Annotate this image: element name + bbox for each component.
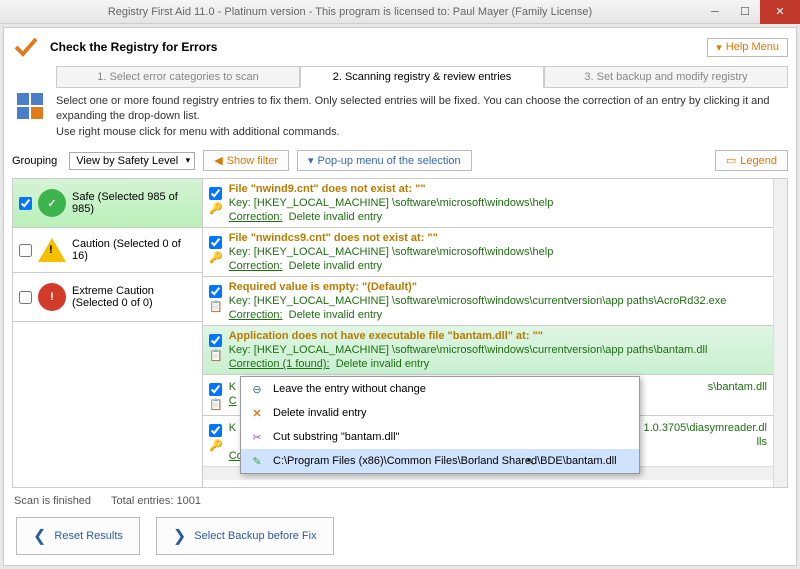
instruction-line1: Select one or more found registry entrie…: [56, 94, 788, 125]
minimize-button[interactable]: ─: [700, 0, 730, 24]
key-icon: 📋: [209, 300, 223, 313]
tab-backup-modify[interactable]: 3. Set backup and modify registry: [544, 66, 788, 88]
page-title: Check the Registry for Errors: [50, 40, 707, 54]
key-icon: 📋: [209, 349, 223, 362]
forward-arrow-icon: ❯: [173, 526, 186, 546]
legend-icon: ▭: [726, 154, 736, 167]
grouping-label: Grouping: [12, 155, 57, 167]
entry-row[interactable]: 🔑 File "nwind9.cnt" does not exist at: "…: [203, 179, 773, 228]
sidebar: ✓ Safe (Selected 985 of 985) Caution (Se…: [13, 179, 203, 487]
safe-icon: ✓: [38, 189, 66, 217]
entry-checkbox[interactable]: [209, 285, 222, 298]
close-button[interactable]: ✕: [760, 0, 800, 24]
entry-row-selected[interactable]: 📋 Application does not have executable f…: [203, 326, 773, 375]
tab-scanning-review[interactable]: 2. Scanning registry & review entries: [300, 66, 544, 88]
scissors-icon: ✂: [249, 429, 265, 445]
sidebar-item-caution[interactable]: Caution (Selected 0 of 16): [13, 228, 202, 273]
status-finished: Scan is finished: [14, 495, 91, 507]
entry-checkbox[interactable]: [209, 187, 222, 200]
instruction-line2: Use right mouse click for menu with addi…: [56, 125, 788, 140]
show-filter-button[interactable]: ◀ Show filter: [203, 150, 289, 171]
titlebar: Registry First Aid 11.0 - Platinum versi…: [0, 0, 800, 24]
sidebar-item-safe[interactable]: ✓ Safe (Selected 985 of 985): [13, 179, 202, 228]
key-icon: 🔑: [209, 202, 223, 215]
key-icon: 🔑: [209, 251, 223, 264]
window-title: Registry First Aid 11.0 - Platinum versi…: [0, 6, 700, 18]
context-menu: ⊖ Leave the entry without change ✕ Delet…: [240, 376, 640, 474]
filter-arrow-icon: ◀: [214, 154, 222, 167]
status-total: Total entries: 1001: [111, 495, 201, 507]
app-logo-icon: [12, 32, 42, 62]
delete-icon: ✕: [249, 405, 265, 421]
key-icon: 📋: [209, 398, 223, 411]
entry-row[interactable]: 🔑 File "nwindcs9.cnt" does not exist at:…: [203, 228, 773, 277]
dropdown-icon: ▾: [716, 41, 722, 54]
dropdown-icon: ▾: [308, 154, 314, 167]
caution-icon: [38, 238, 66, 262]
maximize-button[interactable]: ☐: [730, 0, 760, 24]
vertical-scrollbar[interactable]: [773, 179, 787, 487]
extreme-icon: !: [38, 283, 66, 311]
safe-checkbox[interactable]: [19, 197, 32, 210]
popup-menu-button[interactable]: ▾ Pop-up menu of the selection: [297, 150, 472, 171]
edit-icon: ✎: [249, 453, 265, 469]
cursor-icon: ↖: [526, 455, 535, 468]
entry-row[interactable]: 📋 Required value is empty: "(Default)" K…: [203, 277, 773, 326]
menu-item-cut[interactable]: ✂ Cut substring "bantam.dll": [241, 425, 639, 449]
entry-checkbox[interactable]: [209, 236, 222, 249]
help-menu-button[interactable]: ▾ Help Menu: [707, 38, 788, 57]
view-dropdown[interactable]: View by Safety Level: [69, 152, 195, 170]
entry-checkbox[interactable]: [209, 334, 222, 347]
reset-results-button[interactable]: ❮ Reset Results: [16, 517, 140, 555]
key-icon: 🔑: [209, 439, 223, 452]
select-backup-button[interactable]: ❯ Select Backup before Fix: [156, 517, 334, 555]
menu-item-path[interactable]: ✎ C:\Program Files (x86)\Common Files\Bo…: [241, 449, 639, 473]
caution-checkbox[interactable]: [19, 244, 32, 257]
no-entry-icon: ⊖: [249, 381, 265, 397]
legend-button[interactable]: ▭ Legend: [715, 150, 788, 171]
entry-checkbox[interactable]: [209, 424, 222, 437]
tab-select-categories[interactable]: 1. Select error categories to scan: [56, 66, 300, 88]
entry-checkbox[interactable]: [209, 383, 222, 396]
tiles-icon: [17, 93, 43, 119]
extreme-checkbox[interactable]: [19, 291, 32, 304]
menu-item-leave[interactable]: ⊖ Leave the entry without change: [241, 377, 639, 401]
menu-item-delete[interactable]: ✕ Delete invalid entry: [241, 401, 639, 425]
back-arrow-icon: ❮: [33, 526, 46, 546]
sidebar-item-extreme[interactable]: ! Extreme Caution (Selected 0 of 0): [13, 273, 202, 322]
